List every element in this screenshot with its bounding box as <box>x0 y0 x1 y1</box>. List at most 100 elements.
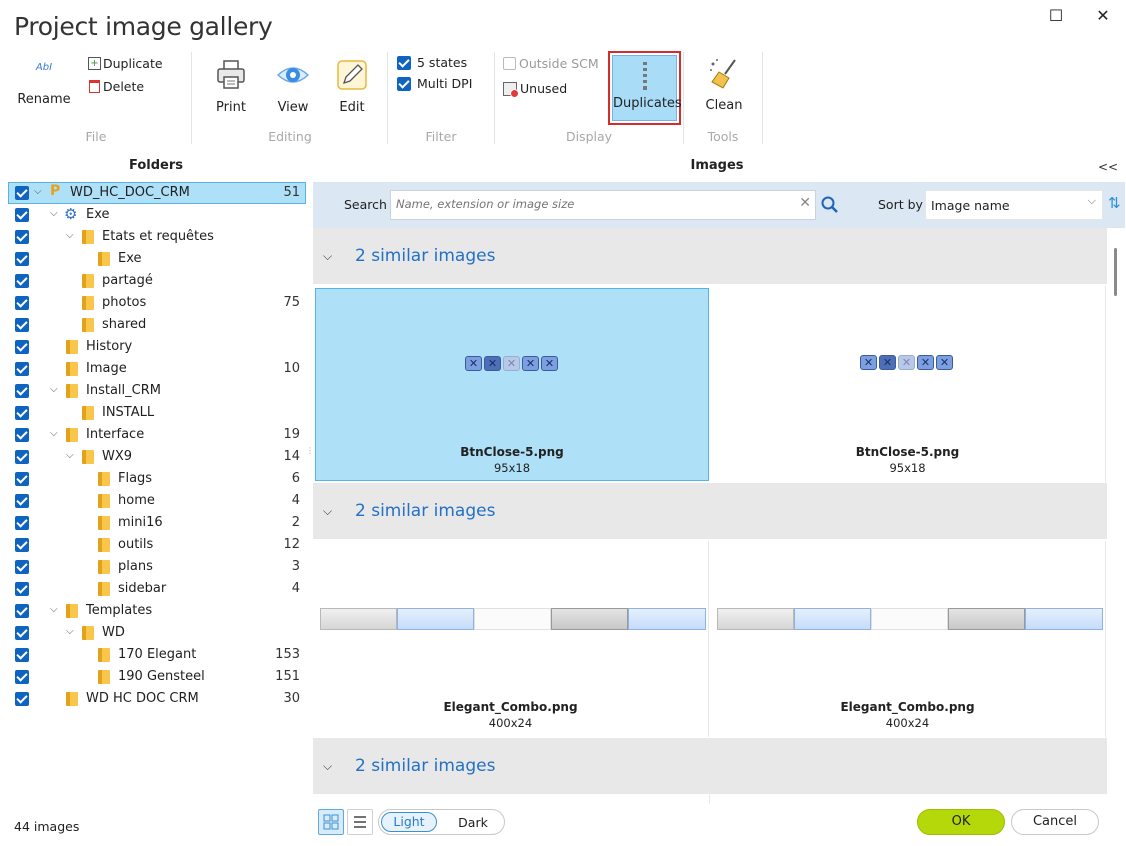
tree-item-checkbox[interactable] <box>15 186 29 200</box>
search-icon[interactable] <box>821 196 839 214</box>
tree-item[interactable]: Image 10 <box>8 358 306 380</box>
tree-item-checkbox[interactable] <box>15 230 29 244</box>
combo-segment <box>794 608 871 630</box>
tree-item[interactable]: History <box>8 336 306 358</box>
tree-item-checkbox[interactable] <box>15 274 29 288</box>
search-field[interactable] <box>391 191 791 217</box>
chevron-down-icon[interactable]: ⌵ <box>66 626 76 637</box>
tree-item-checkbox[interactable] <box>15 318 29 332</box>
tree-item-checkbox[interactable] <box>15 252 29 266</box>
tree-item[interactable]: ⌵ Templates <box>8 600 306 622</box>
group-header[interactable]: ⌵ 2 similar images <box>313 483 1107 539</box>
tree-item-checkbox[interactable] <box>15 340 29 354</box>
tree-item-checkbox[interactable] <box>15 692 29 706</box>
tree-item[interactable]: sidebar 4 <box>8 578 306 600</box>
tree-item-checkbox[interactable] <box>15 472 29 486</box>
collapse-button[interactable]: << <box>1098 160 1118 174</box>
tree-item[interactable]: plans 3 <box>8 556 306 578</box>
tree-item-checkbox[interactable] <box>15 296 29 310</box>
ok-button[interactable]: OK <box>917 809 1005 835</box>
tree-item-checkbox[interactable] <box>15 428 29 442</box>
clean-button[interactable]: Clean <box>700 56 748 113</box>
chevron-down-icon[interactable]: ⌵ <box>50 208 60 219</box>
tree-item[interactable]: ⌵ ⚙ Exe <box>8 204 306 226</box>
unused-button[interactable]: Unused <box>503 81 567 98</box>
tree-item-checkbox[interactable] <box>15 516 29 530</box>
tree-item-checkbox[interactable] <box>15 604 29 618</box>
gallery-scrollbar[interactable] <box>1107 228 1126 804</box>
tree-item[interactable]: ⌵ Interface 19 <box>8 424 306 446</box>
image-card[interactable]: ✕ ✕ ✕ ✕ ✕ BtnClose-5.png 95x18 <box>315 288 709 481</box>
chevron-down-icon[interactable]: ⌵ <box>50 384 60 395</box>
delete-button[interactable]: Delete <box>88 79 144 94</box>
tree-item[interactable]: photos 75 <box>8 292 306 314</box>
tree-item[interactable]: INSTALL <box>8 402 306 424</box>
tree-item-count: 30 <box>283 691 300 706</box>
group-header[interactable]: ⌵ 2 similar images <box>313 228 1107 284</box>
tree-item-checkbox[interactable] <box>15 626 29 640</box>
multi-dpi-checkbox[interactable]: Multi DPI <box>397 76 472 91</box>
outside-scm-button[interactable]: Outside SCM <box>503 56 599 71</box>
scrollbar-thumb[interactable] <box>1114 248 1117 296</box>
image-card[interactable]: ✕ ✕ ✕ ✕ ✕ BtnClose-5.png 95x18 <box>710 286 1106 482</box>
maximize-button[interactable]: ☐ <box>1046 6 1066 26</box>
tree-item-checkbox[interactable] <box>15 648 29 662</box>
tree-item-checkbox[interactable] <box>15 362 29 376</box>
group-header[interactable]: ⌵ 2 similar images <box>313 738 1107 794</box>
tree-item[interactable]: home 4 <box>8 490 306 512</box>
tree-item-checkbox[interactable] <box>15 538 29 552</box>
tree-item[interactable]: ⌵ Etats et requêtes <box>8 226 306 248</box>
tree-item[interactable]: shared <box>8 314 306 336</box>
edit-pencil-icon <box>337 60 367 90</box>
five-states-checkbox[interactable]: 5 states <box>397 55 467 70</box>
tree-item[interactable]: WD HC DOC CRM 30 <box>8 688 306 710</box>
chevron-down-icon[interactable]: ⌵ <box>66 230 76 241</box>
tree-item-checkbox[interactable] <box>15 406 29 420</box>
tree-item-label: plans <box>118 559 153 574</box>
search-input[interactable]: ✕ <box>390 190 816 220</box>
sort-select[interactable]: Image name ⌵ <box>925 190 1103 220</box>
tree-item-checkbox[interactable] <box>15 582 29 596</box>
grid-view-button[interactable] <box>318 809 344 835</box>
sort-label: Sort by <box>878 197 923 212</box>
close-state-icon: ✕ <box>484 356 501 371</box>
list-view-button[interactable] <box>347 809 373 835</box>
print-button[interactable]: Print <box>206 58 256 115</box>
tree-item[interactable]: partagé <box>8 270 306 292</box>
tree-item[interactable]: outils 12 <box>8 534 306 556</box>
close-window-button[interactable]: ✕ <box>1093 6 1113 26</box>
tree-item[interactable]: mini16 2 <box>8 512 306 534</box>
chevron-down-icon[interactable]: ⌵ <box>34 186 44 197</box>
image-card[interactable]: Elegant_Combo.png 400x24 <box>710 541 1106 737</box>
sort-direction-icon[interactable]: ⇅ <box>1108 194 1121 212</box>
tree-item[interactable]: Flags 6 <box>8 468 306 490</box>
clear-icon[interactable]: ✕ <box>799 195 811 211</box>
duplicate-button[interactable]: + Duplicate <box>88 56 163 71</box>
tree-item[interactable]: ⌵ WX9 14 <box>8 446 306 468</box>
tree-item-checkbox[interactable] <box>15 560 29 574</box>
checkbox-checked <box>397 55 411 70</box>
tree-item[interactable]: Exe <box>8 248 306 270</box>
dark-option[interactable]: Dark <box>445 815 501 830</box>
tree-item[interactable]: 170 Elegant 153 <box>8 644 306 666</box>
edit-button[interactable]: Edit <box>327 58 377 115</box>
tree-item-checkbox[interactable] <box>15 494 29 508</box>
duplicates-button[interactable]: Duplicates <box>612 55 682 121</box>
tree-item-checkbox[interactable] <box>15 384 29 398</box>
tree-item-checkbox[interactable] <box>15 450 29 464</box>
chevron-down-icon[interactable]: ⌵ <box>66 450 76 461</box>
light-option[interactable]: Light <box>381 812 437 832</box>
chevron-down-icon[interactable]: ⌵ <box>50 604 60 615</box>
cancel-button[interactable]: Cancel <box>1011 809 1099 835</box>
eye-icon <box>276 67 310 83</box>
tree-item[interactable]: ⌵ Install_CRM <box>8 380 306 402</box>
chevron-down-icon[interactable]: ⌵ <box>50 428 60 439</box>
tree-item-checkbox[interactable] <box>15 208 29 222</box>
tree-item[interactable]: 190 Gensteel 151 <box>8 666 306 688</box>
view-button[interactable]: View <box>268 58 318 115</box>
tree-item-checkbox[interactable] <box>15 670 29 684</box>
image-card[interactable]: Elegant_Combo.png 400x24 <box>313 541 709 737</box>
tree-item[interactable]: ⌵ WD <box>8 622 306 644</box>
tree-item[interactable]: ⌵ P WD_HC_DOC_CRM 51 <box>8 182 306 204</box>
rename-button[interactable]: AbI Rename <box>14 62 74 107</box>
